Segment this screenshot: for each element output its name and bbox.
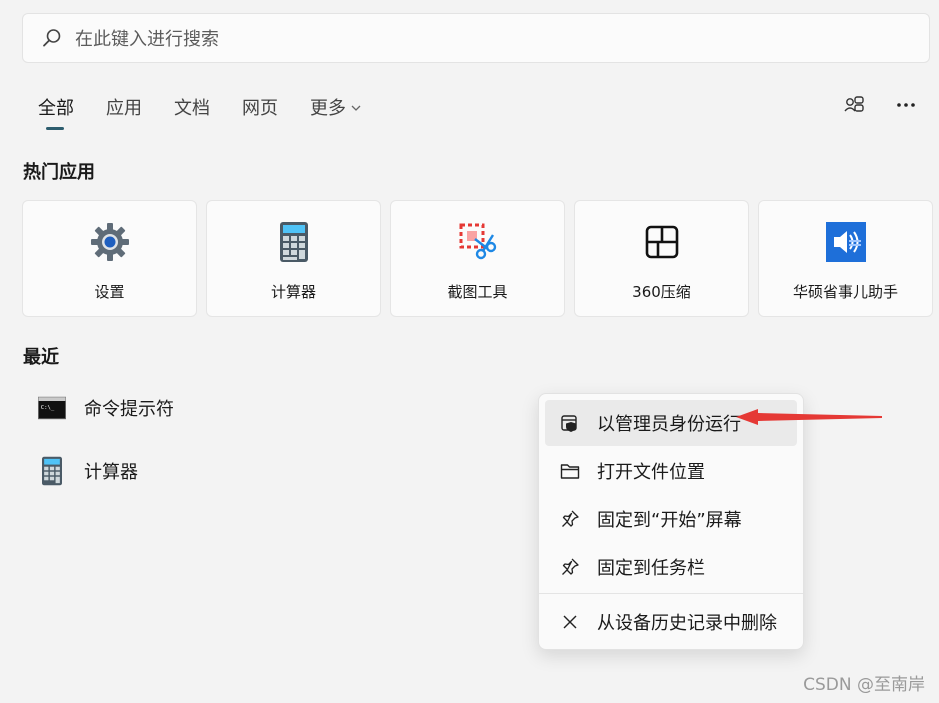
recent-item-label: 命令提示符 (84, 399, 174, 420)
svg-text:C:\_: C:\_ (41, 405, 55, 411)
360-zip-icon (641, 221, 683, 263)
terminal-icon: C:\_ (38, 394, 66, 422)
recent-heading: 最近 (23, 347, 59, 368)
context-menu: 以管理员身份运行 打开文件位置 固定到“开始”屏幕 固定到任务栏 从设备历史记录… (538, 393, 804, 650)
app-tile-settings[interactable]: 设置 (22, 200, 197, 317)
app-tile-label: 设置 (94, 283, 125, 301)
app-tile-calculator[interactable]: 计算器 (206, 200, 381, 317)
recent-item-command-prompt[interactable]: C:\_ 命令提示符 (38, 394, 174, 422)
recent-item-label: 计算器 (84, 462, 138, 483)
app-tile-asus-assistant[interactable]: 华硕省事儿助手 (758, 200, 933, 317)
gear-icon (89, 221, 131, 263)
menu-separator (539, 593, 803, 594)
tab-all[interactable]: 全部 (38, 92, 74, 130)
asus-assistant-icon (825, 221, 867, 263)
shield-admin-icon (559, 412, 581, 434)
watermark: CSDN @至南岸 (803, 675, 925, 695)
recent-item-calculator[interactable]: 计算器 (38, 456, 138, 486)
top-apps-heading: 热门应用 (23, 162, 95, 183)
app-tile-360-zip[interactable]: 360压缩 (574, 200, 749, 317)
menu-item-open-file-location[interactable]: 打开文件位置 (545, 448, 797, 494)
top-apps-grid: 设置 计算器 截图工具 360压缩 华硕省事儿助手 (22, 200, 933, 317)
search-box[interactable]: 在此键入进行搜索 (22, 13, 930, 63)
app-tile-label: 截图工具 (447, 283, 508, 301)
pin-icon (559, 508, 581, 530)
top-actions (843, 92, 917, 118)
search-icon (41, 27, 63, 49)
close-icon (559, 611, 581, 633)
pin-icon (559, 556, 581, 578)
account-switch-icon[interactable] (843, 92, 865, 118)
more-options-icon[interactable] (895, 92, 917, 118)
snipping-tool-icon (457, 221, 499, 263)
calculator-icon (273, 221, 315, 263)
tab-documents[interactable]: 文档 (174, 92, 210, 122)
tab-apps[interactable]: 应用 (106, 92, 142, 122)
app-tile-label: 华硕省事儿助手 (792, 283, 898, 301)
search-placeholder: 在此键入进行搜索 (75, 29, 219, 50)
tab-more[interactable]: 更多 (310, 92, 362, 122)
menu-item-pin-to-start[interactable]: 固定到“开始”屏幕 (545, 496, 797, 542)
folder-icon (559, 460, 581, 482)
filter-tabs: 全部 应用 文档 网页 更多 (38, 92, 394, 130)
calculator-icon (38, 456, 66, 486)
app-tile-snipping-tool[interactable]: 截图工具 (390, 200, 565, 317)
app-tile-label: 计算器 (270, 283, 316, 301)
tab-web[interactable]: 网页 (242, 92, 278, 122)
annotation-arrow-icon (736, 409, 882, 425)
menu-item-pin-to-taskbar[interactable]: 固定到任务栏 (545, 544, 797, 590)
app-tile-label: 360压缩 (632, 283, 691, 301)
menu-item-remove-from-history[interactable]: 从设备历史记录中删除 (545, 599, 797, 645)
chevron-down-icon (350, 97, 362, 118)
